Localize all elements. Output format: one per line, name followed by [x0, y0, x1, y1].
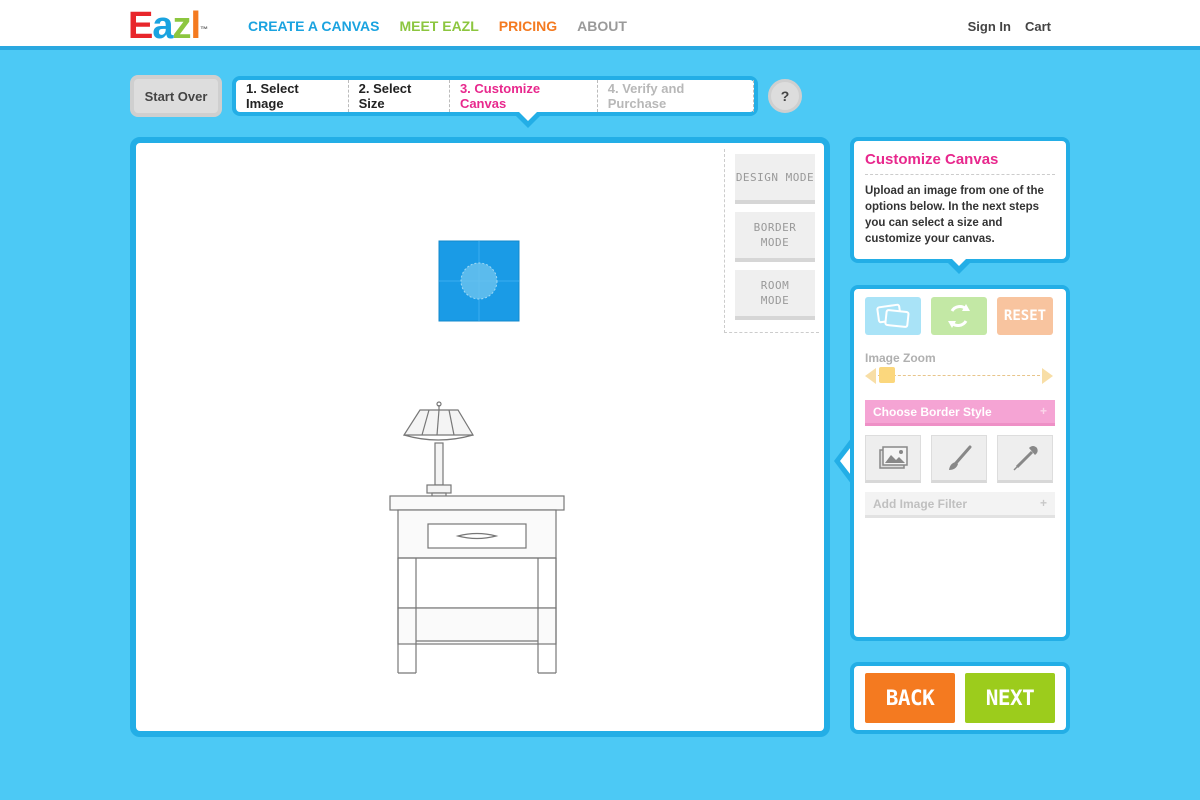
- customize-info-panel: Customize Canvas Upload an image from on…: [850, 137, 1070, 263]
- sign-in-link[interactable]: Sign In: [968, 19, 1011, 34]
- logo-letter: z: [172, 5, 192, 47]
- back-button[interactable]: BACK: [865, 673, 955, 723]
- canvas-workspace: DESIGN MODE BORDER MODE ROOM MODE: [130, 137, 830, 737]
- design-mode-button[interactable]: DESIGN MODE: [735, 154, 815, 204]
- logo-letter: a: [152, 5, 173, 47]
- image-icon: [879, 446, 908, 469]
- mode-selector: DESIGN MODE BORDER MODE ROOM MODE: [724, 149, 819, 333]
- next-button[interactable]: NEXT: [965, 673, 1055, 723]
- choose-border-style-dropdown[interactable]: Choose Border Style +: [865, 400, 1055, 426]
- rotate-icon: [948, 304, 970, 328]
- user-links: Sign In Cart: [968, 19, 1051, 34]
- border-mode-button[interactable]: BORDER MODE: [735, 212, 815, 262]
- plus-icon: +: [1039, 404, 1047, 418]
- image-filter-label: Add Image Filter: [873, 497, 968, 511]
- nav-pricing[interactable]: PRICING: [499, 18, 557, 34]
- cart-link[interactable]: Cart: [1025, 19, 1051, 34]
- step-select-size[interactable]: 2. Select Size: [349, 80, 450, 112]
- nav-about[interactable]: ABOUT: [577, 18, 627, 34]
- nav-create-a-canvas[interactable]: CREATE A CANVAS: [248, 18, 379, 34]
- step-navigation: BACK NEXT: [850, 662, 1070, 734]
- zoom-slider-handle[interactable]: [879, 367, 895, 383]
- image-zoom-label: Image Zoom: [865, 351, 936, 365]
- rotate-button[interactable]: [931, 297, 987, 335]
- eazl-logo[interactable]: Eazl™: [128, 5, 208, 47]
- zoom-track[interactable]: [878, 375, 1040, 376]
- room-scene: [389, 240, 565, 674]
- eyedropper-icon: [1013, 446, 1038, 471]
- step-customize-canvas[interactable]: 3. Customize Canvas: [450, 80, 598, 112]
- zoom-out-arrow[interactable]: [865, 368, 876, 384]
- customize-tools-panel: RESET Image Zoom Choose Border Style + A…: [850, 285, 1070, 641]
- canvas-preview-globe: [461, 263, 497, 299]
- plus-icon: +: [1039, 496, 1047, 510]
- lamp-sketch: [402, 401, 475, 498]
- reset-button[interactable]: RESET: [997, 297, 1053, 335]
- image-background-button[interactable]: [865, 435, 921, 483]
- room-mode-button[interactable]: ROOM MODE: [735, 270, 815, 320]
- upload-photos-button[interactable]: [865, 297, 921, 335]
- step-verify-and-purchase[interactable]: 4. Verify and Purchase: [598, 80, 754, 112]
- nightstand-sketch: [389, 495, 565, 674]
- paintbrush-icon: [949, 445, 972, 470]
- active-step-pointer: [514, 111, 542, 128]
- site-header: Eazl™ CREATE A CANVAS MEET EAZL PRICING …: [0, 0, 1200, 50]
- panel-title: Customize Canvas: [865, 151, 1055, 175]
- trademark: ™: [200, 25, 208, 34]
- nav-meet-eazl[interactable]: MEET EAZL: [399, 18, 478, 34]
- paint-color-button[interactable]: [931, 435, 987, 483]
- main-nav: CREATE A CANVAS MEET EAZL PRICING ABOUT: [248, 18, 627, 34]
- start-over-button[interactable]: Start Over: [130, 75, 222, 117]
- help-button[interactable]: ?: [768, 79, 802, 113]
- color-picker-button[interactable]: [997, 435, 1053, 483]
- panel-instructions: Upload an image from one of the options …: [865, 185, 1044, 245]
- zoom-in-arrow[interactable]: [1042, 368, 1053, 384]
- info-panel-pointer: [945, 256, 973, 274]
- steps-progress-bar: 1. Select Image 2. Select Size 3. Custom…: [232, 76, 758, 128]
- border-style-label: Choose Border Style: [873, 405, 992, 419]
- logo-letter: E: [128, 5, 153, 47]
- logo-letter: l: [190, 5, 202, 47]
- add-image-filter-dropdown[interactable]: Add Image Filter +: [865, 492, 1055, 518]
- photos-icon: [876, 303, 910, 328]
- step-select-image[interactable]: 1. Select Image: [236, 80, 349, 112]
